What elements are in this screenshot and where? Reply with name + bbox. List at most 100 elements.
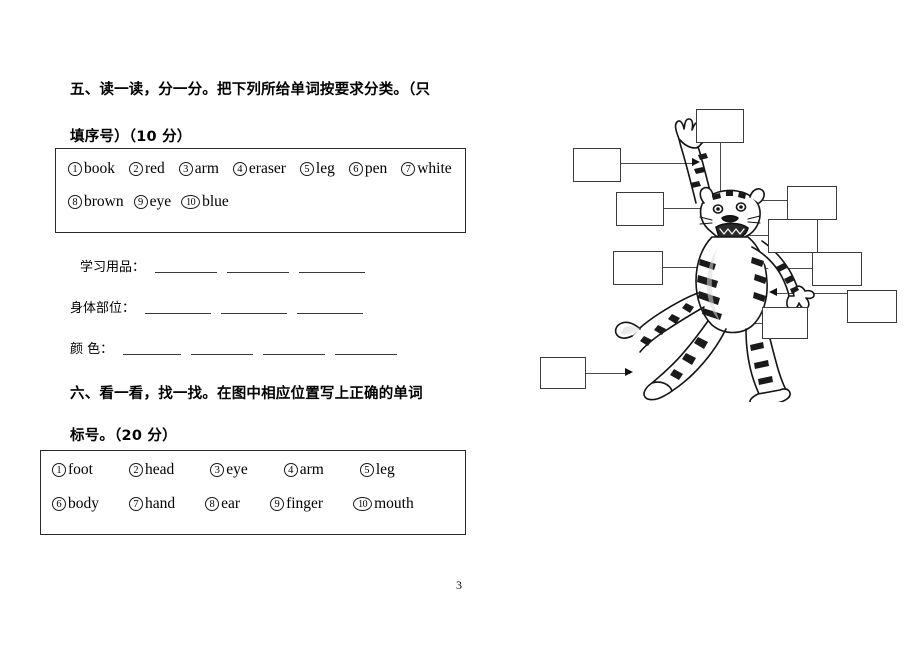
category-blanks-colors[interactable] <box>113 342 398 357</box>
word-label: red <box>145 160 165 177</box>
category-row-stationery: 学习用品： <box>80 256 366 275</box>
word-label: leg <box>315 160 335 177</box>
word-bank-item: 10 mouth <box>353 495 414 513</box>
word-number-circle: 6 <box>348 162 363 176</box>
word-label: eraser <box>248 160 286 177</box>
answer-blank[interactable] <box>123 342 182 355</box>
category-blanks-stationery[interactable] <box>145 260 366 275</box>
answer-blank[interactable] <box>263 342 326 355</box>
word-number-circle: 8 <box>68 195 82 209</box>
label-box-mouth[interactable] <box>768 219 818 253</box>
word-number-circle: 5 <box>359 463 374 477</box>
answer-blank[interactable] <box>221 301 288 314</box>
word-label: mouth <box>374 495 414 512</box>
word-bank-item: 8 ear <box>205 495 240 513</box>
word-number-circle: 4 <box>232 162 247 176</box>
word-bank-item: 4 eraser <box>232 160 286 178</box>
category-row-colors: 颜 色： <box>70 338 398 357</box>
tiger-labeling-diagram <box>520 95 920 415</box>
word-number-circle: 6 <box>52 497 66 511</box>
category-blanks-bodyparts[interactable] <box>135 301 364 316</box>
word-label: head <box>144 461 175 478</box>
word-bank-item: 7 hand <box>129 495 175 513</box>
answer-blank[interactable] <box>191 342 254 355</box>
label-box-finger[interactable] <box>847 290 897 323</box>
answer-blank[interactable] <box>227 260 290 273</box>
label-box-head-top[interactable] <box>696 109 744 143</box>
word-number-circle: 9 <box>133 195 148 209</box>
word-number-circle: 3 <box>210 463 225 477</box>
word-bank-item: 9 eye <box>133 193 172 211</box>
category-label-stationery: 学习用品： <box>80 260 146 275</box>
word-number-circle: 3 <box>178 162 193 176</box>
section-five-heading-line1: 五、读一读，分一分。把下列所给单词按要求分类。（只 <box>70 82 431 98</box>
word-bank-item: 1 book <box>68 160 115 178</box>
word-number-circle: 4 <box>283 463 298 477</box>
word-bank-item: 9 finger <box>270 495 323 513</box>
word-bank-item: 6 pen <box>348 160 388 178</box>
section-five-word-row-2: 8 brown 9 eye 10 blue <box>68 193 229 211</box>
word-bank-item: 3 eye <box>210 461 248 479</box>
label-box-eye[interactable] <box>616 192 664 226</box>
word-bank-item: 2 red <box>129 160 165 178</box>
label-box-leg[interactable] <box>762 307 808 339</box>
word-bank-item: 2 head <box>128 461 175 479</box>
word-label: white <box>417 160 452 177</box>
word-label: arm <box>299 461 324 478</box>
word-label: hand <box>145 495 176 512</box>
answer-blank[interactable] <box>145 301 212 314</box>
word-number-circle: 7 <box>129 497 143 511</box>
word-bank-item: 1 foot <box>52 461 93 479</box>
word-label: ear <box>221 495 241 512</box>
section-six-heading-line1: 六、看一看，找一找。在图中相应位置写上正确的单词 <box>70 386 423 402</box>
word-number-circle: 2 <box>129 162 143 176</box>
word-bank-item: 6 body <box>52 495 99 513</box>
category-row-bodyparts: 身体部位： <box>70 297 364 316</box>
word-bank-item: 4 arm <box>283 461 324 479</box>
worksheet-page: 五、读一读，分一分。把下列所给单词按要求分类。（只 填序号）（10 分） 1 bo… <box>0 0 920 650</box>
label-box-arm[interactable] <box>812 252 862 286</box>
word-label: body <box>68 495 99 512</box>
word-number-circle: 10 <box>353 497 373 511</box>
word-number-circle: 1 <box>52 463 66 477</box>
label-box-foot[interactable] <box>540 357 586 389</box>
word-number-circle: 7 <box>401 162 416 176</box>
section-five-heading-line2: 填序号）（10 分） <box>70 129 192 145</box>
word-bank-item: 10 blue <box>181 193 229 211</box>
word-bank-item: 5 leg <box>359 461 395 479</box>
section-six-word-row-1: 1 foot 2 head 3 eye 4 arm 5 leg <box>52 461 395 479</box>
label-box-body[interactable] <box>613 251 663 285</box>
answer-blank[interactable] <box>155 260 218 273</box>
answer-blank[interactable] <box>299 260 366 273</box>
word-number-circle: 1 <box>68 162 82 176</box>
word-bank-item: 7 white <box>401 160 452 178</box>
word-label: eye <box>226 461 248 478</box>
word-label: brown <box>84 193 124 210</box>
word-label: finger <box>286 495 324 512</box>
section-six-heading-line2: 标号。（20 分） <box>70 428 177 444</box>
word-label: eye <box>149 193 172 210</box>
word-number-circle: 5 <box>299 162 314 176</box>
section-five-word-row-1: 1 book 2 red 3 arm 4 eraser 5 leg 6 pen 7 white <box>68 160 452 178</box>
answer-blank[interactable] <box>335 342 398 355</box>
answer-blank[interactable] <box>297 301 364 314</box>
word-bank-item: 8 brown <box>68 193 124 211</box>
word-label: blue <box>202 193 229 210</box>
word-label: foot <box>68 461 93 478</box>
label-box-hand-upper[interactable] <box>573 148 621 182</box>
category-label-colors: 颜 色： <box>70 342 114 357</box>
word-number-circle: 10 <box>181 195 201 209</box>
word-number-circle: 2 <box>128 463 143 477</box>
label-box-ear[interactable] <box>787 186 837 220</box>
word-number-circle: 8 <box>205 497 220 511</box>
word-label: pen <box>364 160 388 177</box>
word-number-circle: 9 <box>270 497 285 511</box>
page-number: 3 <box>456 578 462 592</box>
word-label: arm <box>194 160 219 177</box>
section-six-word-row-2: 6 body 7 hand 8 ear 9 finger 10 mouth <box>52 495 414 513</box>
word-bank-item: 3 arm <box>178 160 219 178</box>
word-label: leg <box>375 461 395 478</box>
category-label-bodyparts: 身体部位： <box>70 301 136 316</box>
word-label: book <box>84 160 115 177</box>
word-bank-item: 5 leg <box>299 160 335 178</box>
